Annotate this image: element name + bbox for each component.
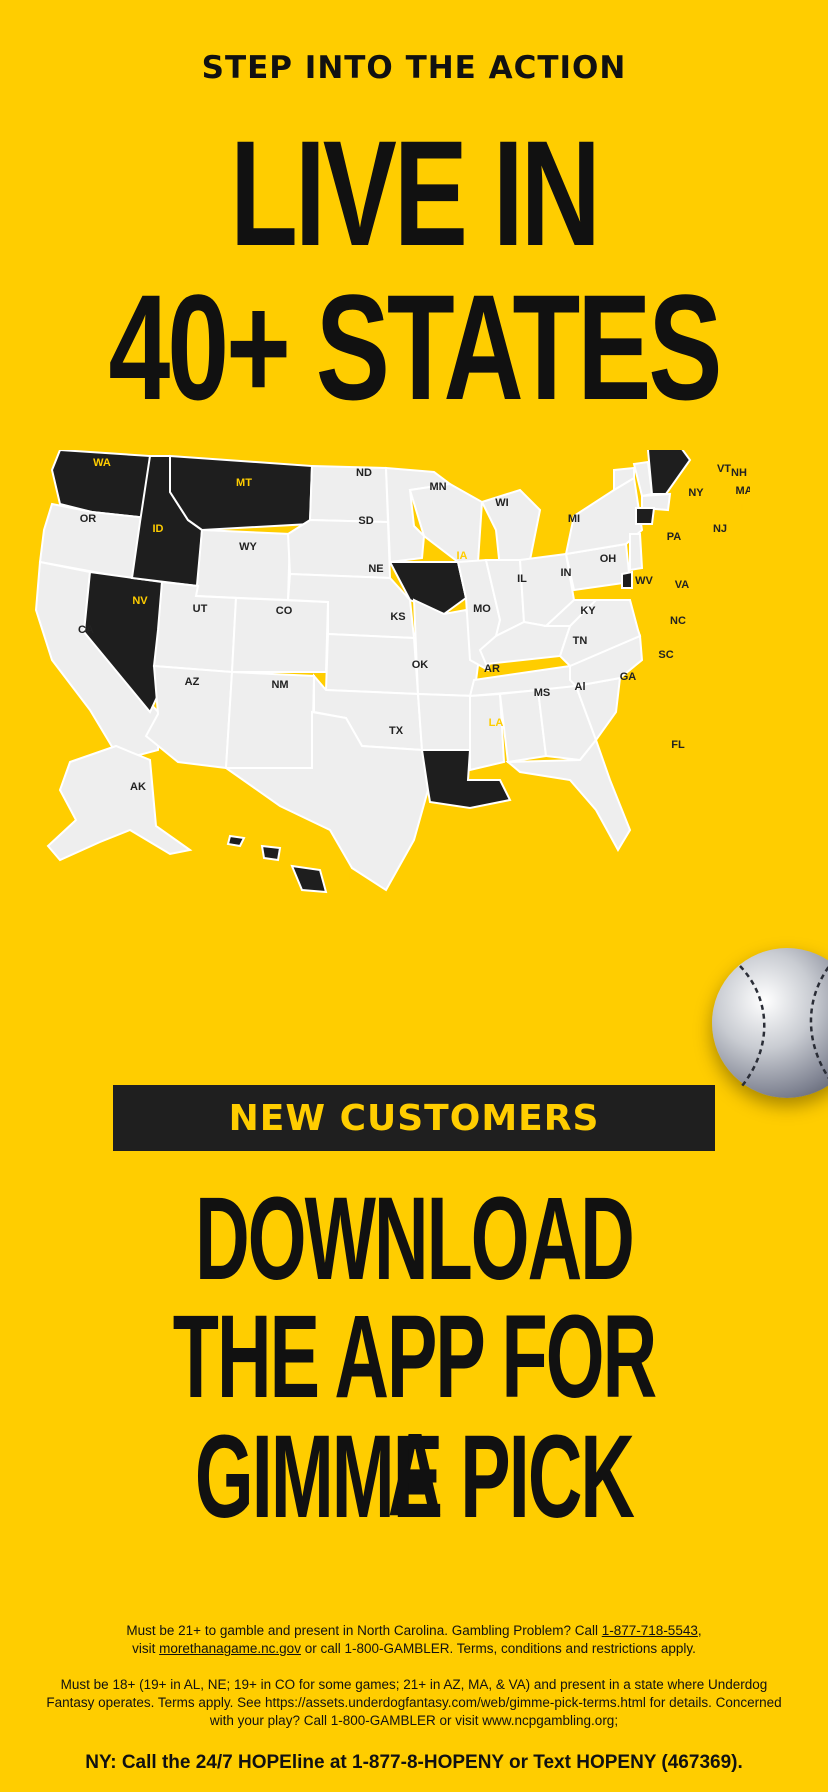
morethanagame-link[interactable]: morethanagame.nc.gov bbox=[159, 1641, 301, 1656]
terms-disclaimer: Must be 18+ (19+ in AL, NE; 19+ in CO fo… bbox=[46, 1677, 782, 1728]
state-label-nh: NH bbox=[731, 467, 747, 479]
state-label-ct: CT bbox=[731, 501, 746, 513]
nc-disclaimer: Must be 21+ to gamble and present in Nor… bbox=[40, 1622, 788, 1658]
state-label-ks: KS bbox=[390, 611, 405, 623]
state-label-ok: OK bbox=[412, 659, 429, 671]
headline-line-2: 40+ STATES bbox=[108, 263, 723, 431]
state-label-co: CO bbox=[276, 605, 293, 617]
state-label-fl: FL bbox=[671, 739, 685, 751]
baseball-image bbox=[712, 948, 828, 1098]
state-label-nv: NV bbox=[132, 595, 148, 607]
helpline-phone-link[interactable]: 1-877-718-5543 bbox=[602, 1623, 698, 1638]
state-label-ky: KY bbox=[580, 605, 596, 617]
state-label-ms: MS bbox=[534, 687, 551, 699]
state-label-ny: NY bbox=[688, 487, 704, 499]
state-label-ar: AR bbox=[484, 663, 500, 675]
cta-line-1: DOWNLOAD bbox=[195, 1173, 635, 1305]
state-me bbox=[646, 428, 692, 495]
state-label-or: OR bbox=[80, 513, 97, 525]
eyebrow-text: STEP INTO THE ACTION bbox=[201, 50, 627, 86]
state-label-mo: MO bbox=[473, 603, 491, 615]
state-nm bbox=[224, 670, 316, 769]
state-label-sc: SC bbox=[658, 649, 673, 661]
state-label-pa: PA bbox=[667, 531, 682, 543]
state-mt bbox=[169, 454, 314, 532]
state-label-mt: MT bbox=[236, 477, 252, 489]
state-label-mi: MI bbox=[568, 513, 580, 525]
state-label-ut: UT bbox=[193, 603, 208, 615]
state-label-wv: WV bbox=[635, 575, 653, 587]
state-label-tx: TX bbox=[389, 725, 404, 737]
state-nj bbox=[629, 533, 644, 572]
us-states-map: WA OR CA ID NV MT WY UT AZ CO NM ND SD N… bbox=[30, 425, 753, 1030]
banner-text: NEW CUSTOMERS bbox=[228, 1097, 600, 1139]
state-nd bbox=[308, 464, 390, 524]
state-label-in: IN bbox=[561, 567, 572, 579]
state-label-nd: ND bbox=[356, 467, 372, 479]
new-customers-banner: NEW CUSTOMERS bbox=[113, 1085, 715, 1151]
state-label-nm: NM bbox=[271, 679, 288, 691]
state-label-id: ID bbox=[153, 523, 164, 535]
state-label-sd: SD bbox=[358, 515, 373, 527]
state-de bbox=[621, 570, 633, 589]
state-label-oh: OH bbox=[600, 553, 617, 565]
state-ms bbox=[469, 692, 506, 772]
ny-hopeline: NY: Call the 24/7 HOPEline at 1-877-8-HO… bbox=[85, 1752, 743, 1773]
state-label-al: Al bbox=[575, 681, 586, 693]
disclaimer-text: Must be 21+ to gamble and present in Nor… bbox=[126, 1623, 602, 1638]
state-label-ne: NE bbox=[368, 563, 383, 575]
state-hi-3 bbox=[290, 864, 328, 894]
state-label-nc: NC bbox=[670, 615, 686, 627]
state-label-wy: WY bbox=[239, 541, 257, 553]
state-label-vt: VT bbox=[717, 463, 731, 475]
state-label-ca: CA bbox=[78, 624, 94, 636]
state-label-il: IL bbox=[517, 573, 527, 585]
state-label-mn: MN bbox=[429, 481, 446, 493]
state-label-ma: MA bbox=[735, 485, 750, 497]
state-label-va: VA bbox=[675, 579, 690, 591]
state-ct bbox=[635, 507, 656, 525]
state-hi-2 bbox=[260, 844, 282, 862]
disclaimer-text: , bbox=[697, 1623, 702, 1638]
state-label-la: LA bbox=[489, 717, 504, 729]
state-hi bbox=[226, 834, 246, 848]
disclaimer-text: visit bbox=[132, 1641, 160, 1656]
disclaimer-text: or call 1-800-GAMBLER. Terms, conditions… bbox=[300, 1641, 696, 1656]
state-label-ia: IA bbox=[457, 550, 468, 562]
state-label-az: AZ bbox=[185, 676, 200, 688]
state-label-hi: HI bbox=[343, 871, 354, 883]
state-label-wi: WI bbox=[495, 497, 508, 509]
state-label-nj: NJ bbox=[713, 523, 727, 535]
state-label-wa: WA bbox=[93, 457, 111, 469]
state-ak bbox=[46, 744, 193, 862]
headline-line-1: LIVE IN bbox=[230, 109, 601, 277]
cta-line-3: GIMME PICK bbox=[194, 1411, 635, 1543]
state-ar bbox=[416, 692, 476, 751]
state-label-ga: GA bbox=[620, 671, 637, 683]
state-label-tn: TN bbox=[573, 635, 588, 647]
state-label-ak: AK bbox=[130, 781, 146, 793]
state-ks bbox=[324, 632, 420, 696]
